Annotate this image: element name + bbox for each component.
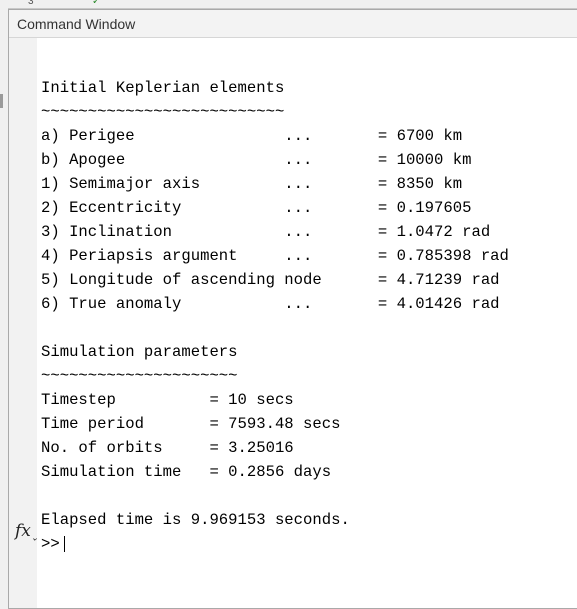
output-underline-keplerian: ~~~~~~~~~~~~~~~~~~~~~~~~~~ <box>41 103 285 121</box>
text-caret <box>63 535 65 552</box>
toolbar-fragment-icon: ✓ <box>92 0 101 7</box>
output-heading-keplerian: Initial Keplerian elements <box>41 79 285 97</box>
output-heading-simulation: Simulation parameters <box>41 343 238 361</box>
command-prompt-line[interactable]: >> <box>41 532 65 556</box>
output-line-number-of-orbits: No. of orbits = 3.25016 <box>41 439 294 457</box>
output-line-inclination: 3) Inclination ... = 1.0472 rad <box>41 223 491 241</box>
output-line-timestep: Timestep = 10 secs <box>41 391 294 409</box>
fx-label: fx <box>15 521 31 541</box>
output-line-periapsis-argument: 4) Periapsis argument ... = 0.785398 rad <box>41 247 509 265</box>
output-line-semimajor-axis: 1) Semimajor axis ... = 8350 km <box>41 175 463 193</box>
toolbar-fragment-glyph: 3 <box>28 0 34 7</box>
dock-edge-marker <box>0 94 3 108</box>
output-line-true-anomaly: 6) True anomaly ... = 4.01426 rad <box>41 295 500 313</box>
command-window-titlebar[interactable]: Command Window <box>9 10 577 38</box>
command-window-panel: Command Window Initial Keplerian element… <box>8 9 577 609</box>
left-dock-edge <box>0 8 8 609</box>
output-line-perigee: a) Perigee ... = 6700 km <box>41 127 463 145</box>
output-underline-simulation: ~~~~~~~~~~~~~~~~~~~~~ <box>41 367 238 385</box>
command-prompt: >> <box>41 535 60 553</box>
output-line-elapsed-time: Elapsed time is 9.969153 seconds. <box>41 511 350 529</box>
output-line-simulation-time: Simulation time = 0.2856 days <box>41 463 332 481</box>
output-line-longitude-ascending-node: 5) Longitude of ascending node = 4.71239… <box>41 271 500 289</box>
output-line-apogee: b) Apogee ... = 10000 km <box>41 151 472 169</box>
command-window-output[interactable]: Initial Keplerian elements ~~~~~~~~~~~~~… <box>37 38 577 608</box>
output-line-time-period: Time period = 7593.48 secs <box>41 415 341 433</box>
top-toolbar-strip: 3 ✓ <box>0 0 577 9</box>
function-browser-fx-icon[interactable]: fx⌄ <box>15 521 38 543</box>
output-line-eccentricity: 2) Eccentricity ... = 0.197605 <box>41 199 472 217</box>
command-window-title: Command Window <box>17 16 136 32</box>
